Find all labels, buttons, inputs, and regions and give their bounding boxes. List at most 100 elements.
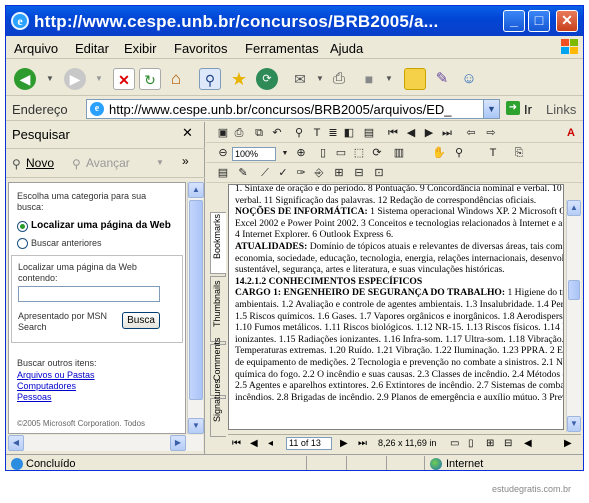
- single-page-icon[interactable]: ▭: [450, 438, 459, 449]
- attach-icon[interactable]: ⎆: [312, 167, 326, 180]
- text-select-icon[interactable]: T: [310, 127, 324, 140]
- menu-favoritos[interactable]: Favoritos: [174, 41, 227, 56]
- note-icon[interactable]: ▤: [216, 167, 230, 180]
- spellcheck-icon[interactable]: ✓: [276, 167, 290, 180]
- search-icon[interactable]: ⚲: [199, 68, 221, 90]
- research-icon[interactable]: ✎: [431, 68, 453, 90]
- doc-next-page-icon[interactable]: ▶: [340, 438, 348, 449]
- zoom-dropdown-icon[interactable]: ▼: [278, 147, 292, 160]
- actual-size-icon[interactable]: ▯: [316, 147, 330, 160]
- address-dropdown-icon[interactable]: ▼: [483, 100, 499, 118]
- links-button[interactable]: Links: [546, 102, 576, 117]
- fit-page-icon[interactable]: ▭: [334, 147, 348, 160]
- find-icon[interactable]: ⚲: [292, 127, 306, 140]
- tab-signatures[interactable]: Signatures: [210, 379, 226, 437]
- option-find-page-label[interactable]: Localizar uma página da Web: [31, 220, 171, 231]
- snapshot-icon[interactable]: ⎘: [512, 147, 526, 160]
- back-dropdown-icon[interactable]: ▼: [39, 68, 61, 90]
- scroll-right-icon[interactable]: ▶: [170, 435, 186, 451]
- continuous-facing-icon[interactable]: ⊟: [504, 438, 512, 449]
- doc-scroll-down-icon[interactable]: ▼: [567, 416, 581, 432]
- link-tool-icon[interactable]: ⊟: [352, 167, 366, 180]
- go-button[interactable]: Ir: [524, 102, 532, 117]
- crop-icon[interactable]: ⊡: [372, 167, 386, 180]
- zoom-tool-icon[interactable]: ⚲: [452, 147, 466, 160]
- search-pane-hscroll[interactable]: ◀ ▶: [8, 435, 203, 451]
- doc-scroll-up-icon[interactable]: ▲: [567, 200, 581, 216]
- menu-editar[interactable]: Editar: [75, 41, 109, 56]
- doc-scroll-thumb[interactable]: [568, 280, 580, 300]
- maximize-button[interactable]: □: [528, 10, 550, 32]
- acro-print-icon[interactable]: ⎙: [232, 127, 246, 140]
- page-indicator[interactable]: 11 of 13: [286, 437, 332, 450]
- facing-icon[interactable]: ⊞: [486, 438, 494, 449]
- search-button[interactable]: Busca: [122, 312, 160, 329]
- link-files-folders[interactable]: Arquivos ou Pastas: [17, 370, 95, 380]
- mail-icon[interactable]: ✉: [289, 68, 311, 90]
- hand-tool-icon[interactable]: ✋: [432, 147, 446, 160]
- prev-page-icon[interactable]: ◀: [404, 127, 418, 140]
- rotate-icon[interactable]: ⟳: [370, 147, 384, 160]
- new-search-button[interactable]: Novo: [26, 156, 54, 170]
- text-tool-icon[interactable]: T: [486, 147, 500, 160]
- form-icon[interactable]: ⊞: [332, 167, 346, 180]
- edit-icon[interactable]: ■: [358, 68, 380, 90]
- link-computers[interactable]: Computadores: [17, 381, 76, 391]
- scroll-down-icon[interactable]: ▼: [188, 418, 204, 434]
- menu-ferramentas[interactable]: Ferramentas: [245, 41, 319, 56]
- refresh-icon[interactable]: ↻: [139, 68, 161, 90]
- copy-icon[interactable]: ⧉: [252, 127, 266, 140]
- doc-hscroll-right-icon[interactable]: ▶: [564, 438, 572, 449]
- option-prev-searches-label[interactable]: Buscar anteriores: [31, 238, 102, 248]
- scroll-up-icon[interactable]: ▲: [188, 182, 204, 198]
- menu-arquivo[interactable]: Arquivo: [14, 41, 58, 56]
- undo-icon[interactable]: ↶: [270, 127, 284, 140]
- home-icon[interactable]: ⌂: [165, 68, 187, 90]
- zoom-field[interactable]: 100%: [232, 147, 276, 161]
- next-dropdown-icon[interactable]: ▼: [156, 158, 164, 167]
- search-pane-vscroll[interactable]: ▲ ▼: [187, 182, 204, 434]
- next-button[interactable]: Avançar: [86, 156, 130, 170]
- tab-bookmarks[interactable]: Bookmarks: [210, 212, 226, 274]
- menu-exibir[interactable]: Exibir: [124, 41, 157, 56]
- title-bar[interactable]: e http://www.cespe.unb.br/concursos/BRB2…: [6, 6, 583, 36]
- stamp-icon[interactable]: ✑: [294, 167, 308, 180]
- fit-width-icon[interactable]: ⬚: [352, 147, 366, 160]
- favorites-star-icon[interactable]: ★: [228, 68, 250, 90]
- link-people[interactable]: Pessoas: [17, 392, 52, 402]
- scroll-left-icon[interactable]: ◀: [8, 435, 24, 451]
- continuous-icon[interactable]: ▯: [468, 438, 474, 449]
- more-chevron-icon[interactable]: »: [182, 154, 189, 168]
- radio-prev-searches[interactable]: [17, 238, 28, 249]
- forward-dropdown-icon[interactable]: ▼: [88, 68, 110, 90]
- discuss-icon[interactable]: [404, 68, 426, 90]
- go-arrow-icon[interactable]: ➜: [506, 101, 520, 115]
- doc-prev-page-icon[interactable]: ◀: [250, 438, 258, 449]
- edit-dropdown-icon[interactable]: ▼: [378, 68, 400, 90]
- close-button[interactable]: ✕: [556, 10, 578, 32]
- search-input[interactable]: [18, 286, 160, 302]
- pencil-icon[interactable]: ✎: [236, 167, 250, 180]
- next-view-icon[interactable]: ⇨: [484, 127, 498, 140]
- reflow-icon[interactable]: ≣: [326, 127, 340, 140]
- back-icon[interactable]: ◀: [14, 68, 36, 90]
- menu-ajuda[interactable]: Ajuda: [330, 41, 363, 56]
- show-hide-icon[interactable]: ▤: [362, 127, 376, 140]
- first-page-icon[interactable]: ⏮: [386, 127, 400, 140]
- doc-page-back-icon[interactable]: ◂: [268, 438, 273, 449]
- layout-icon[interactable]: ◧: [342, 127, 356, 140]
- zoom-in-icon[interactable]: ⊕: [294, 147, 308, 160]
- scroll-thumb[interactable]: [189, 200, 203, 400]
- stop-icon[interactable]: ✕: [113, 68, 135, 90]
- address-input[interactable]: e http://www.cespe.unb.br/concursos/BRB2…: [86, 99, 500, 119]
- prev-view-icon[interactable]: ⇦: [464, 127, 478, 140]
- doc-hscroll-left-icon[interactable]: ◀: [524, 438, 532, 449]
- messenger-icon[interactable]: ☺: [458, 68, 480, 90]
- zoom-out-icon[interactable]: ⊖: [216, 147, 230, 160]
- print-icon[interactable]: ⎙: [328, 68, 350, 90]
- doc-first-page-icon[interactable]: ⏮: [232, 438, 241, 449]
- search-pane-close-icon[interactable]: ✕: [182, 125, 193, 141]
- save-icon[interactable]: ▣: [216, 127, 230, 140]
- last-page-icon[interactable]: ⏭: [440, 127, 454, 140]
- radio-find-page[interactable]: [17, 221, 28, 232]
